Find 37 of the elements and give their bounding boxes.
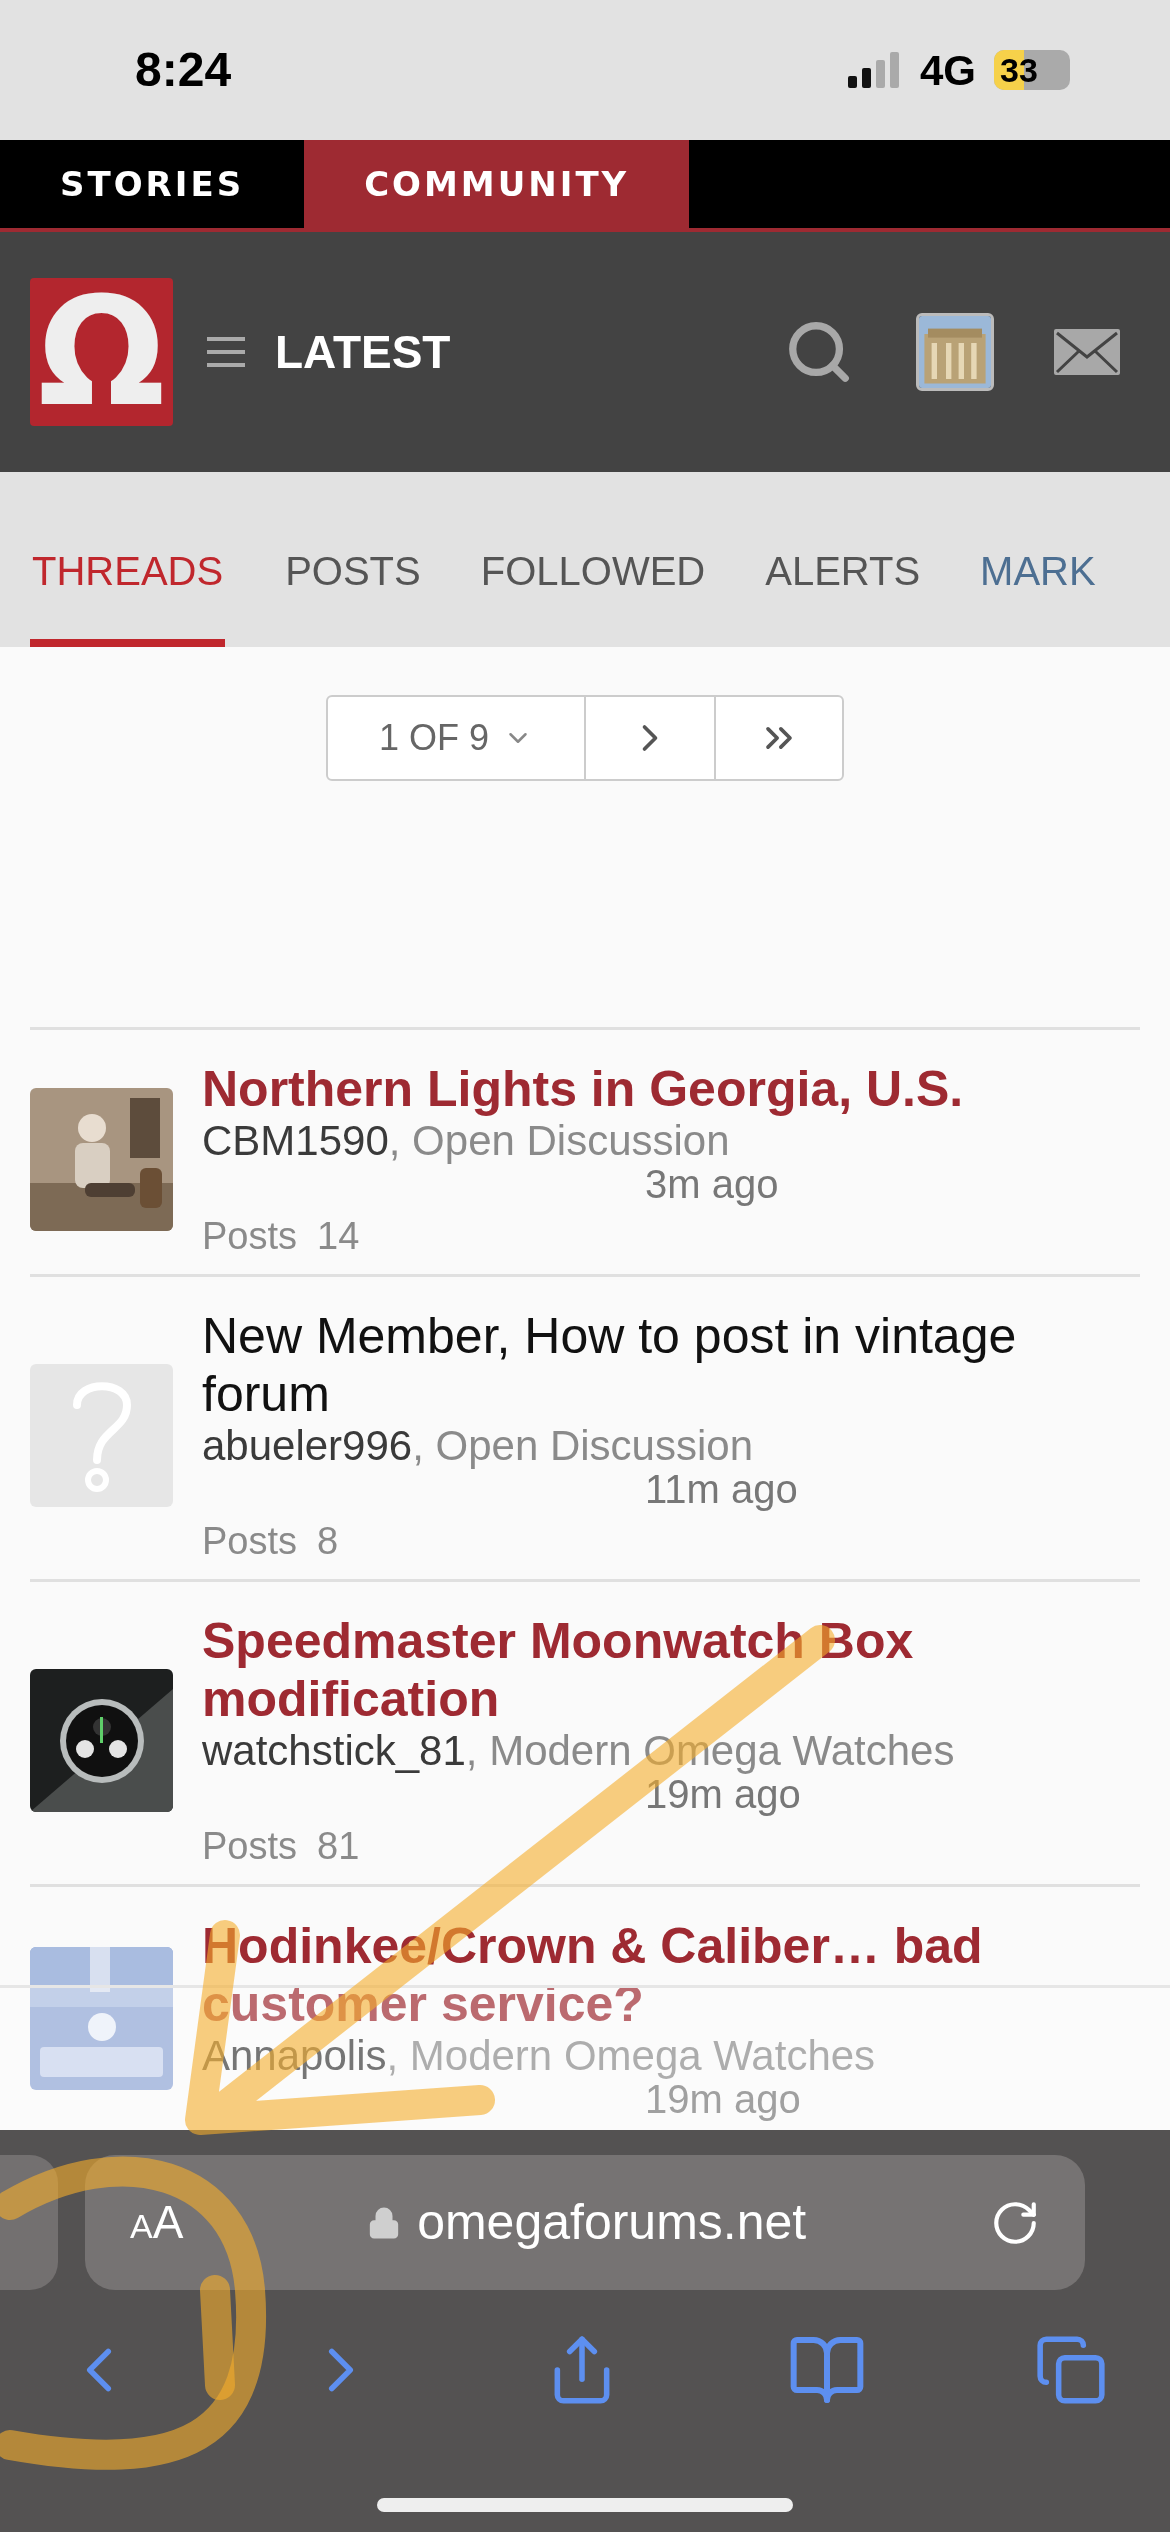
previous-tab-preview[interactable] bbox=[0, 2155, 58, 2290]
thread-time: 19m ago bbox=[645, 1774, 801, 1814]
signal-icon bbox=[847, 52, 900, 88]
thread-author[interactable]: CBM1590 bbox=[202, 1118, 389, 1164]
section-tab[interactable]: ALERTS bbox=[765, 531, 921, 647]
battery-indicator: 33 bbox=[994, 50, 1070, 90]
url-text: omegaforums.net bbox=[417, 2193, 807, 2252]
thread-title[interactable]: Northern Lights in Georgia, U.S. bbox=[202, 1060, 964, 1118]
forum-name[interactable]: , Open Discussion bbox=[388, 1118, 730, 1164]
thread-time: 3m ago bbox=[645, 1164, 779, 1204]
posts-count: 8 bbox=[317, 1519, 339, 1563]
profile-avatar[interactable] bbox=[916, 313, 994, 391]
network-label: 4G bbox=[919, 45, 976, 96]
section-tab[interactable]: POSTS bbox=[285, 531, 421, 647]
thread-time: 11m ago bbox=[645, 1469, 798, 1509]
mail-icon[interactable] bbox=[1054, 329, 1120, 375]
site-logo[interactable]: Ω bbox=[30, 278, 173, 426]
mark-link[interactable]: MARK bbox=[980, 531, 1096, 647]
posts-label: Posts bbox=[202, 1824, 298, 1868]
tabs-icon[interactable] bbox=[1034, 2333, 1108, 2407]
posts-count: 14 bbox=[317, 1214, 360, 1258]
section-tab[interactable]: FOLLOWED bbox=[480, 531, 706, 647]
posts-count: 81 bbox=[317, 1824, 360, 1868]
text-size-button[interactable]: AA bbox=[130, 2188, 184, 2257]
posts-label: Posts bbox=[202, 1214, 298, 1258]
site-tab[interactable]: COMMUNITY bbox=[304, 140, 690, 228]
section-tab[interactable]: THREADS bbox=[30, 531, 226, 647]
thread-time: 19m ago bbox=[645, 2079, 801, 2119]
thread-author[interactable]: watchstick_81 bbox=[202, 1728, 466, 1774]
page-title: LATEST bbox=[275, 324, 451, 380]
clock-time: 8:24 bbox=[135, 42, 232, 98]
thread-author[interactable]: abueler996 bbox=[202, 1423, 413, 1469]
forum-name[interactable]: , Open Discussion bbox=[412, 1423, 753, 1469]
menu-icon[interactable] bbox=[207, 337, 245, 367]
address-bar[interactable]: AA omegaforums.net bbox=[85, 2155, 1085, 2290]
posts-label: Posts bbox=[202, 1519, 298, 1563]
thread-title[interactable]: New Member, How to post in vintage forum bbox=[202, 1307, 1082, 1423]
